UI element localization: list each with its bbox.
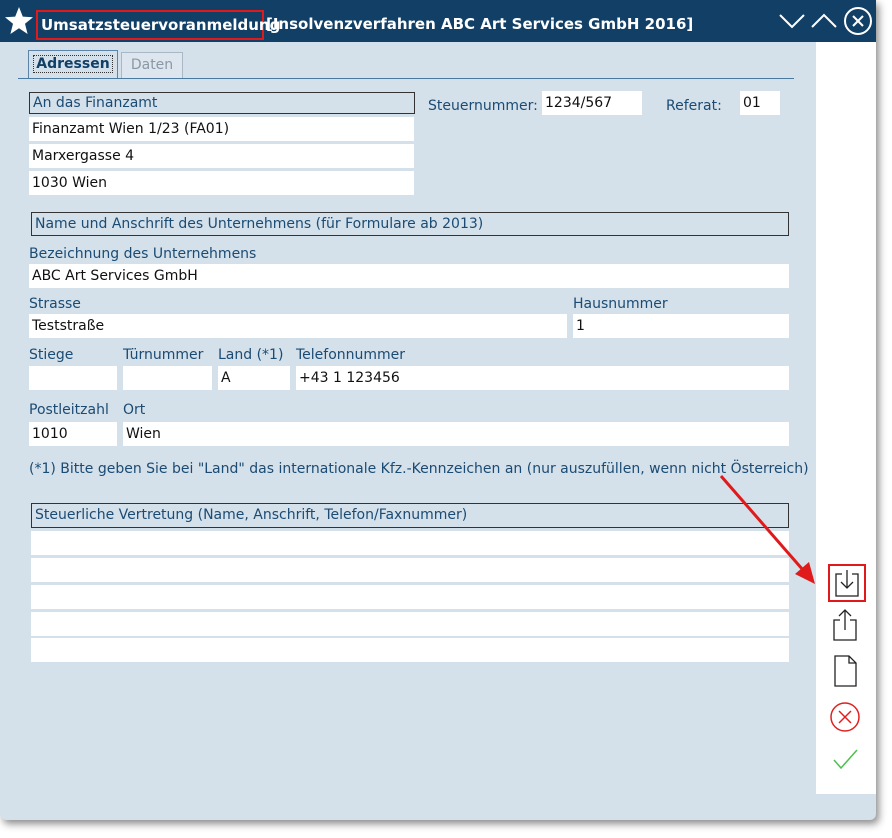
vertretung-line-5[interactable] — [31, 638, 789, 662]
export-button[interactable] — [828, 608, 866, 646]
plz-label: Postleitzahl — [29, 402, 109, 418]
steuernummer-label: Steuernummer: — [428, 98, 538, 114]
window-subtitle: [Insolvenzverfahren ABC Art Services Gmb… — [266, 15, 694, 33]
land-field[interactable]: A — [218, 366, 290, 390]
unternehmen-header: Name und Anschrift des Unternehmens (für… — [31, 212, 789, 236]
tuernummer-field[interactable] — [123, 366, 212, 390]
close-icon[interactable] — [843, 6, 873, 36]
bezeichnung-field[interactable]: ABC Art Services GmbH — [29, 264, 789, 288]
plz-field[interactable]: 1010 — [29, 422, 117, 446]
vertretung-line-4[interactable] — [31, 612, 789, 636]
action-sidebar — [816, 42, 876, 794]
favorite-star-icon[interactable] — [4, 6, 34, 36]
import-icon — [835, 570, 859, 597]
steuernummer-field[interactable]: 1234/567 — [542, 91, 642, 115]
vertretung-line-2[interactable] — [31, 558, 789, 582]
vertretung-line-1[interactable] — [31, 531, 789, 555]
export-icon — [833, 609, 857, 641]
tuernummer-label: Türnummer — [123, 347, 204, 363]
new-document-icon — [834, 655, 857, 687]
cancel-button[interactable] — [828, 700, 866, 738]
vertretung-header: Steuerliche Vertretung (Name, Anschrift,… — [31, 503, 789, 528]
confirm-checkmark-icon — [833, 749, 858, 770]
tab-adressen[interactable]: Adressen — [28, 50, 118, 79]
finanzamt-line3-field[interactable]: 1030 Wien — [29, 171, 414, 195]
finanzamt-header: An das Finanzamt — [29, 92, 415, 114]
confirm-button[interactable] — [828, 742, 866, 780]
tab-adressen-label: Adressen — [33, 55, 113, 73]
new-document-button[interactable] — [828, 654, 866, 692]
import-button[interactable] — [828, 564, 866, 602]
expand-chevron-up-icon[interactable] — [810, 7, 838, 35]
stiege-field[interactable] — [29, 366, 117, 390]
referat-label: Referat: — [666, 98, 722, 114]
titlebar: Umsatzsteuervoranmeldung [Insolvenzverfa… — [0, 0, 876, 42]
land-footnote: (*1) Bitte geben Sie bei "Land" das inte… — [29, 461, 809, 477]
cancel-icon — [830, 702, 860, 732]
finanzamt-line2-field[interactable]: Marxergasse 4 — [29, 144, 414, 168]
stiege-label: Stiege — [29, 347, 74, 363]
referat-field[interactable]: 01 — [740, 91, 780, 115]
window-title: Umsatzsteuervoranmeldung — [36, 10, 280, 40]
strasse-field[interactable]: Teststraße — [29, 314, 567, 338]
dialog-window: Umsatzsteuervoranmeldung [Insolvenzverfa… — [0, 0, 876, 820]
finanzamt-line1-field[interactable]: Finanzamt Wien 1/23 (FA01) — [29, 117, 414, 141]
land-label: Land (*1) — [218, 347, 284, 363]
collapse-chevron-down-icon[interactable] — [778, 7, 806, 35]
tab-daten[interactable]: Daten — [121, 52, 183, 78]
bezeichnung-label: Bezeichnung des Unternehmens — [29, 246, 257, 262]
hausnummer-label: Hausnummer — [573, 296, 668, 312]
vertretung-line-3[interactable] — [31, 585, 789, 609]
annotation-arrow — [719, 475, 815, 584]
hausnummer-field[interactable]: 1 — [573, 314, 789, 338]
ort-field[interactable]: Wien — [123, 422, 789, 446]
telefon-field[interactable]: +43 1 123456 — [296, 366, 789, 390]
tabs-divider — [18, 78, 794, 79]
ort-label: Ort — [123, 402, 146, 418]
strasse-label: Strasse — [29, 296, 81, 312]
telefon-label: Telefonnummer — [296, 347, 406, 363]
